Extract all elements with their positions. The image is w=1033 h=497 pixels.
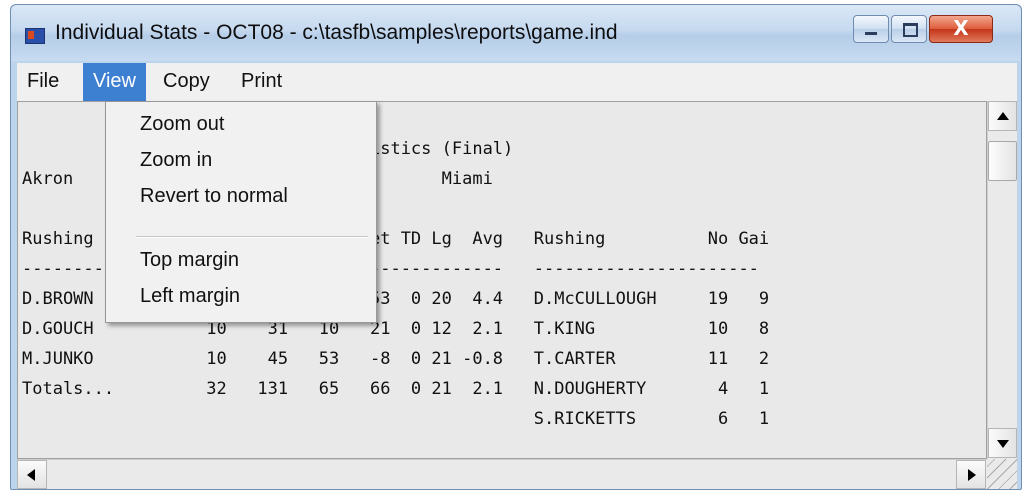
window-title: Individual Stats - OCT08 - c:\tasfb\samp…	[55, 21, 618, 44]
minimize-button[interactable]	[853, 15, 889, 43]
title-bar[interactable]: Individual Stats - OCT08 - c:\tasfb\samp…	[11, 5, 1021, 61]
menu-bar: File View Copy Print	[17, 63, 1017, 101]
close-button[interactable]: X	[929, 15, 993, 43]
arrow-right-icon	[968, 469, 976, 481]
app-window: Individual Stats - OCT08 - c:\tasfb\samp…	[10, 4, 1022, 490]
arrow-up-icon	[997, 112, 1009, 120]
scroll-right-button[interactable]	[956, 460, 986, 489]
menu-item-top-margin[interactable]: Top margin	[140, 244, 239, 276]
menu-file[interactable]: File	[17, 63, 69, 101]
resize-grip-icon[interactable]	[987, 459, 1017, 489]
close-icon: X	[953, 16, 969, 40]
scroll-down-button[interactable]	[988, 428, 1017, 458]
scroll-up-button[interactable]	[988, 101, 1017, 131]
horizontal-scrollbar[interactable]	[17, 459, 987, 489]
menu-print[interactable]: Print	[231, 63, 292, 101]
menu-item-zoom-in[interactable]: Zoom in	[140, 144, 212, 176]
menu-copy[interactable]: Copy	[153, 63, 220, 101]
menu-view[interactable]: View	[83, 63, 146, 101]
table-row: S.RICKETTS 6 1	[22, 409, 770, 429]
arrow-left-icon	[27, 469, 35, 481]
maximize-button[interactable]	[891, 15, 927, 43]
totals-row: Totals... 32 131 65 66 0 21 2.1 N.DOUGHE…	[22, 379, 770, 399]
scroll-left-button[interactable]	[17, 460, 47, 489]
app-icon[interactable]	[25, 28, 45, 44]
menu-separator	[136, 236, 368, 238]
vertical-scrollbar[interactable]	[987, 101, 1017, 459]
menu-item-revert-to-normal[interactable]: Revert to normal	[140, 180, 288, 212]
menu-item-zoom-out[interactable]: Zoom out	[140, 108, 224, 140]
arrow-down-icon	[997, 440, 1009, 448]
table-row: M.JUNKO 10 45 53 -8 0 21 -0.8 T.CARTER 1…	[22, 349, 770, 369]
view-menu-dropdown: Zoom out Zoom in Revert to normal Top ma…	[105, 101, 377, 323]
menu-item-left-margin[interactable]: Left margin	[140, 280, 240, 312]
vertical-scroll-thumb[interactable]	[988, 141, 1017, 181]
